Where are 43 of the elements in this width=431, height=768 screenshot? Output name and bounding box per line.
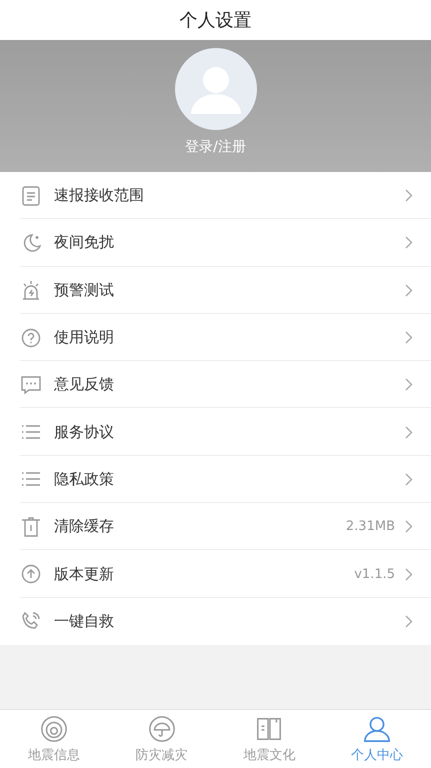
menu-item[interactable]: 版本更新 v1.1.5 [0, 550, 431, 598]
upload-icon [20, 563, 42, 586]
menu-item[interactable]: 一键自救 [0, 598, 431, 645]
siren-icon [20, 279, 42, 302]
chat-icon [20, 374, 42, 396]
menu-item[interactable]: 夜间免扰 [0, 219, 431, 267]
chevron-icon [405, 520, 413, 534]
menu-value: v1.1.5 [354, 566, 395, 582]
person-icon [363, 714, 392, 742]
menu-item[interactable]: 清除缓存 2.31MB [0, 503, 431, 550]
menu-item[interactable]: 服务协议 [0, 408, 431, 456]
menu-label: 隐私政策 [54, 470, 115, 489]
page-title: 个人设置 [180, 9, 252, 32]
menu-item[interactable]: 预警测试 [0, 266, 431, 314]
menu-label: 版本更新 [54, 564, 115, 584]
chevron-icon [405, 331, 413, 344]
radar-icon [40, 714, 68, 742]
document-icon [20, 184, 42, 207]
chevron-icon [405, 426, 413, 439]
chevron-icon [405, 568, 413, 581]
trash-icon [20, 516, 42, 538]
menu-label: 清除缓存 [54, 517, 115, 536]
umbrella-icon [148, 714, 176, 742]
chevron-icon [405, 472, 413, 486]
menu-label: 服务协议 [54, 422, 115, 442]
menu-label: 使用说明 [54, 328, 115, 348]
chevron-icon [405, 236, 413, 250]
menu-item[interactable]: 隐私政策 [0, 456, 431, 504]
menu-label: 一键自救 [54, 612, 115, 631]
menu-item[interactable]: 意见反馈 [0, 361, 431, 408]
menu-label: 夜间免扰 [54, 233, 115, 252]
menu-item[interactable]: 使用说明 [0, 314, 431, 362]
avatar-icon[interactable] [174, 48, 256, 130]
chevron-icon [405, 378, 413, 392]
chevron-icon [405, 614, 413, 628]
menu-value: 2.31MB [346, 519, 395, 534]
help-icon [20, 326, 42, 349]
menu-item[interactable]: 速报接收范围 [0, 172, 431, 220]
menu-label: 意见反馈 [54, 375, 115, 394]
menu-label: 速报接收范围 [54, 186, 145, 206]
chevron-icon [405, 189, 413, 202]
chevron-icon [405, 284, 413, 297]
menu-label: 预警测试 [54, 280, 115, 300]
